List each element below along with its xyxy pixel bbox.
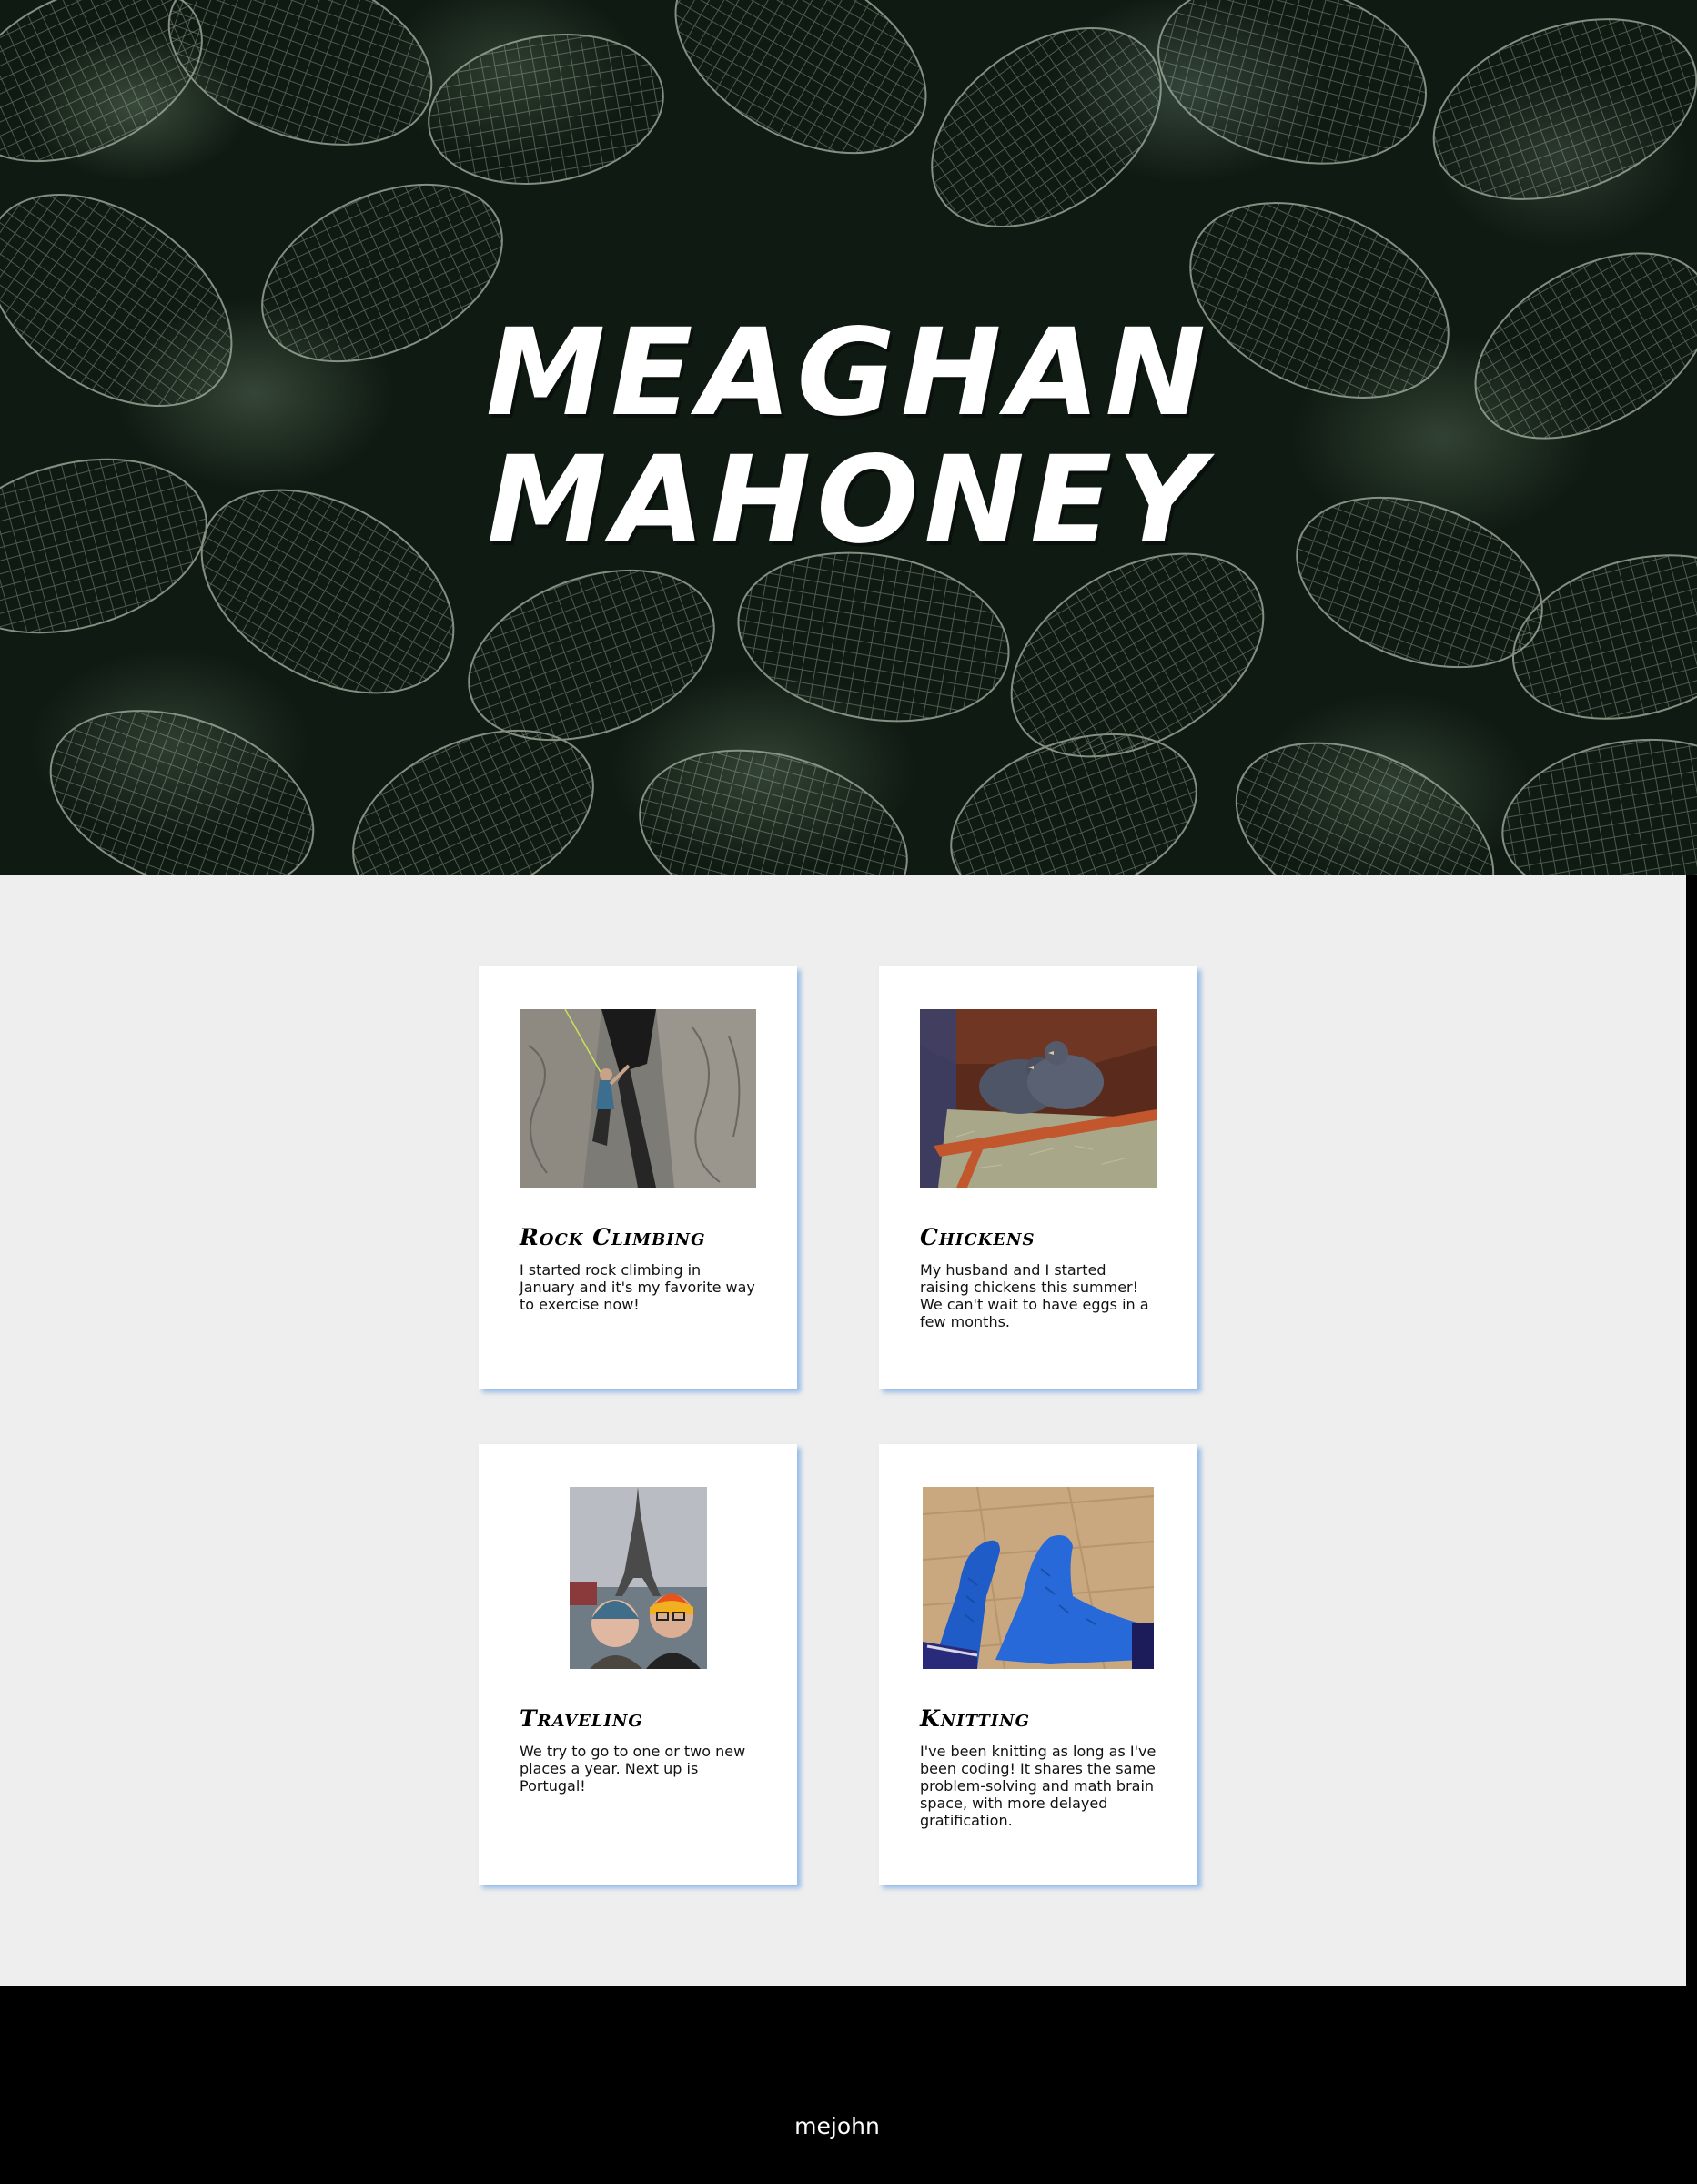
card-title: Rock Climbing [520, 1224, 706, 1250]
card-text: I've been knitting as long as I've been … [920, 1743, 1157, 1829]
rock-climbing-photo [520, 1009, 756, 1188]
blue-socks-photo [923, 1487, 1154, 1669]
footer: mejohn [0, 1986, 1697, 2184]
footer-text: mejohn [794, 2113, 880, 2139]
card-text: We try to go to one or two new places a … [520, 1743, 746, 1795]
card-chickens: Chickens My husband and I started raisin… [879, 966, 1197, 1389]
card-title: Knitting [920, 1705, 1030, 1732]
hero-title-line1: MEAGHAN [485, 303, 1212, 443]
card-traveling: Traveling We try to go to one or two new… [479, 1444, 797, 1885]
hero-title-line2: MAHONEY [487, 430, 1210, 571]
card-title: Traveling [520, 1705, 643, 1732]
scrollbar-track[interactable] [1686, 875, 1697, 1986]
chickens-photo [920, 1009, 1157, 1188]
interests-section: Rock Climbing I started rock climbing in… [0, 875, 1686, 1986]
card-knitting: Knitting I've been knitting as long as I… [879, 1444, 1197, 1885]
hero-title: MEAGHAN MAHONEY [0, 309, 1697, 564]
hero-banner: MEAGHAN MAHONEY [0, 0, 1697, 875]
card-rock-climbing: Rock Climbing I started rock climbing in… [479, 966, 797, 1389]
eiffel-tower-selfie-photo [569, 1487, 707, 1669]
card-title: Chickens [920, 1224, 1035, 1250]
card-text: My husband and I started raising chicken… [920, 1261, 1149, 1330]
card-text: I started rock climbing in January and i… [520, 1261, 755, 1313]
